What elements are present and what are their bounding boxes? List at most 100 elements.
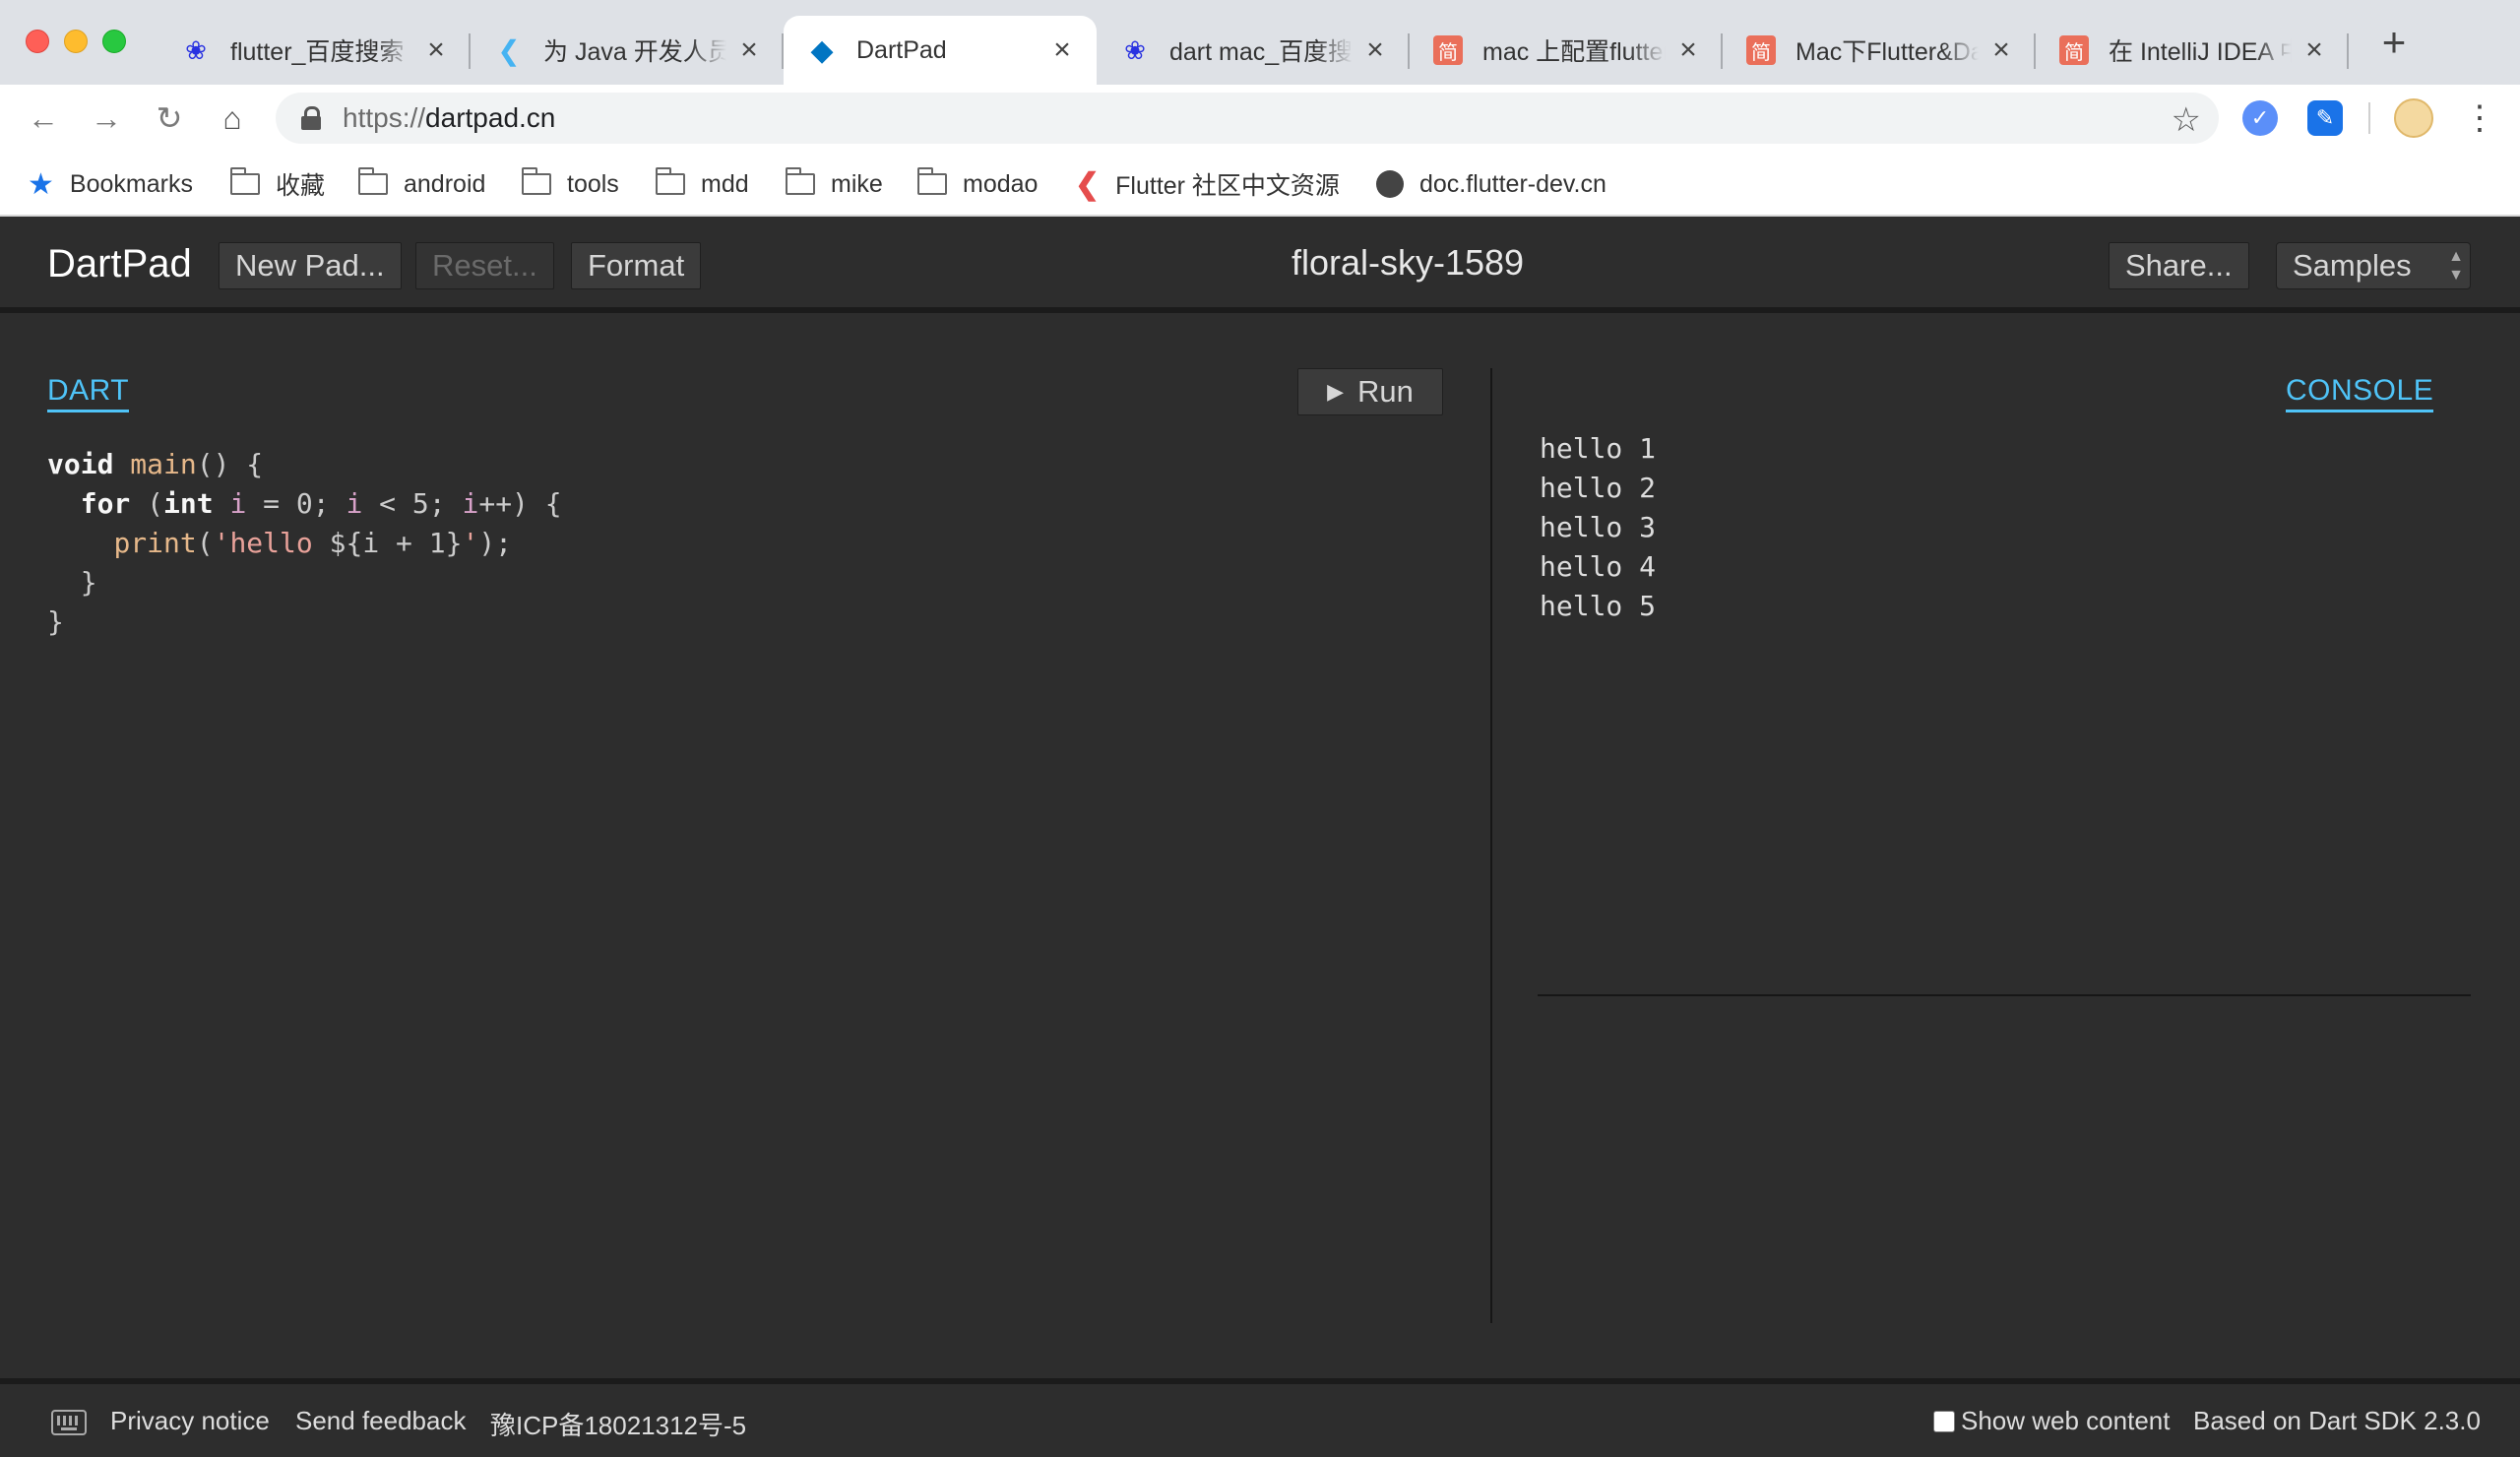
close-icon[interactable]: × [2300, 35, 2329, 65]
home-icon[interactable]: ⌂ [213, 98, 252, 138]
console-line: hello 5 [1540, 590, 1657, 622]
code-line: } [47, 605, 64, 638]
console-line: hello 4 [1540, 550, 1657, 583]
console-line: hello 3 [1540, 511, 1657, 543]
forward-arrow-icon[interactable]: → [87, 98, 126, 138]
samples-select[interactable]: Samples ▲ ▼ [2276, 242, 2471, 289]
lock-icon[interactable] [301, 106, 321, 130]
app-footer: Privacy notice Send feedback 豫ICP备180213… [0, 1378, 2520, 1457]
close-icon[interactable]: × [734, 35, 764, 65]
bookmark-item[interactable]: mike [786, 152, 883, 217]
bookmark-label: modao [963, 169, 1039, 198]
browser-tab[interactable]: ❀ flutter_百度搜索 × [158, 16, 471, 85]
bookmarks-bar: ★ Bookmarks 收藏 android tools mdd mike mo… [0, 152, 2520, 217]
browser-toolbar: ← → ↻ ⌂ https://dartpad.cn ☆ ✓ ✎ ⋮ [0, 85, 2520, 152]
bookmark-item[interactable]: modao [917, 152, 1038, 217]
bookmark-item[interactable]: doc.flutter-dev.cn [1376, 152, 1606, 217]
globe-icon [1376, 170, 1404, 198]
format-button[interactable]: Format [571, 242, 702, 289]
address-bar[interactable]: https://dartpad.cn ☆ [276, 93, 2219, 144]
bookmark-label: doc.flutter-dev.cn [1419, 169, 1606, 198]
reload-icon[interactable]: ↻ [150, 98, 189, 138]
bookmark-item[interactable]: mdd [656, 152, 749, 217]
close-icon[interactable]: × [1673, 35, 1703, 65]
bookmark-label: mike [831, 169, 883, 198]
pane-divider[interactable] [1490, 368, 1492, 1323]
extension-icon[interactable]: ✎ [2307, 100, 2343, 136]
console-separator [1538, 994, 2471, 996]
browser-tab[interactable]: 简 mac 上配置flutter × [1410, 16, 1723, 85]
folder-icon [230, 167, 260, 195]
close-icon[interactable]: × [1047, 35, 1077, 65]
reset-button[interactable]: Reset... [415, 242, 554, 289]
close-icon[interactable]: × [421, 35, 451, 65]
tab-title: Mac下Flutter&Dart [1796, 38, 1979, 66]
window-minimize-button[interactable] [64, 30, 88, 53]
bookmark-label: 收藏 [276, 172, 326, 200]
bookmark-label: Flutter 社区中文资源 [1115, 172, 1340, 200]
new-pad-button[interactable]: New Pad... [219, 242, 402, 289]
profile-avatar[interactable] [2394, 98, 2433, 138]
play-icon: ▶ [1327, 379, 1345, 404]
code-line: print('hello ${i + 1}'); [113, 527, 513, 559]
feedback-link[interactable]: Send feedback [295, 1406, 466, 1436]
extension-icon[interactable]: ✓ [2242, 100, 2278, 136]
keyboard-icon[interactable] [51, 1410, 87, 1435]
dart-icon: ◆ [810, 33, 834, 67]
baidu-paw-icon: ❀ [1124, 34, 1146, 65]
console-line: hello 2 [1540, 472, 1657, 504]
close-icon[interactable]: × [1360, 35, 1390, 65]
bookmark-label: tools [567, 169, 619, 198]
flutter-icon: ❮ [1075, 167, 1101, 201]
tab-dart[interactable]: DART [47, 374, 130, 412]
icp-link[interactable]: 豫ICP备18021312号-5 [490, 1406, 746, 1442]
jianshu-icon: 简 [1433, 35, 1463, 65]
browser-tab[interactable]: 简 在 IntelliJ IDEA 中 × [2036, 16, 2349, 85]
browser-tab[interactable]: 简 Mac下Flutter&Dart × [1723, 16, 2036, 85]
bookmark-item[interactable]: tools [522, 152, 619, 217]
browser-tab[interactable]: ❮ 为 Java 开发人员准备的 × [471, 16, 784, 85]
tab-title: dart mac_百度搜索 [1169, 38, 1353, 66]
folder-icon [917, 167, 947, 195]
star-icon: ★ [28, 167, 54, 201]
tab-title: 为 Java 开发人员准备的 [543, 38, 726, 66]
tab-title: flutter_百度搜索 [230, 38, 405, 66]
code-line: } [47, 566, 97, 599]
brand-title[interactable]: DartPad [47, 242, 192, 286]
browser-menu-icon[interactable]: ⋮ [2463, 98, 2496, 138]
browser-tab-strip: ❀ flutter_百度搜索 × ❮ 为 Java 开发人员准备的 × ◆ Da… [0, 0, 2520, 85]
folder-icon [656, 167, 685, 195]
bookmark-label: android [404, 169, 486, 198]
folder-icon [358, 167, 388, 195]
jianshu-icon: 简 [2059, 35, 2089, 65]
run-label: Run [1357, 374, 1414, 409]
url-host: dartpad.cn [425, 102, 556, 133]
bookmark-item[interactable]: ❮ Flutter 社区中文资源 [1075, 152, 1340, 217]
new-tab-button[interactable]: + [2376, 22, 2412, 63]
back-arrow-icon[interactable]: ← [24, 98, 63, 138]
tab-console[interactable]: CONSOLE [2286, 374, 2434, 412]
bookmark-item[interactable]: android [358, 152, 485, 217]
dartpad-app: DartPad New Pad... Reset... Format flora… [0, 217, 2520, 1457]
privacy-link[interactable]: Privacy notice [110, 1406, 270, 1436]
show-web-checkbox[interactable] [1933, 1410, 1955, 1432]
sdk-version: Based on Dart SDK 2.3.0 [2193, 1406, 2481, 1435]
tab-title: DartPad [856, 35, 947, 64]
close-icon[interactable]: × [1986, 35, 2016, 65]
browser-tab-active[interactable]: ◆ DartPad × [784, 16, 1097, 85]
url-text[interactable]: https://dartpad.cn [343, 102, 555, 134]
bookmark-star-icon[interactable]: ☆ [2172, 100, 2201, 140]
show-web-toggle[interactable]: Show web content [1933, 1406, 2170, 1436]
browser-tab[interactable]: ❀ dart mac_百度搜索 × [1097, 16, 1410, 85]
folder-icon [786, 167, 815, 195]
app-header: DartPad New Pad... Reset... Format flora… [0, 217, 2520, 313]
bookmark-item[interactable]: 收藏 [230, 152, 325, 217]
code-editor[interactable]: void main() { for (int i = 0; i < 5; i++… [47, 445, 562, 642]
tab-title: mac 上配置flutter [1482, 38, 1666, 66]
bookmark-item[interactable]: ★ Bookmarks [28, 152, 193, 217]
window-maximize-button[interactable] [102, 30, 126, 53]
window-close-button[interactable] [26, 30, 49, 53]
run-button[interactable]: ▶ Run [1297, 368, 1443, 415]
share-button[interactable]: Share... [2109, 242, 2249, 289]
samples-label: Samples [2293, 248, 2412, 283]
